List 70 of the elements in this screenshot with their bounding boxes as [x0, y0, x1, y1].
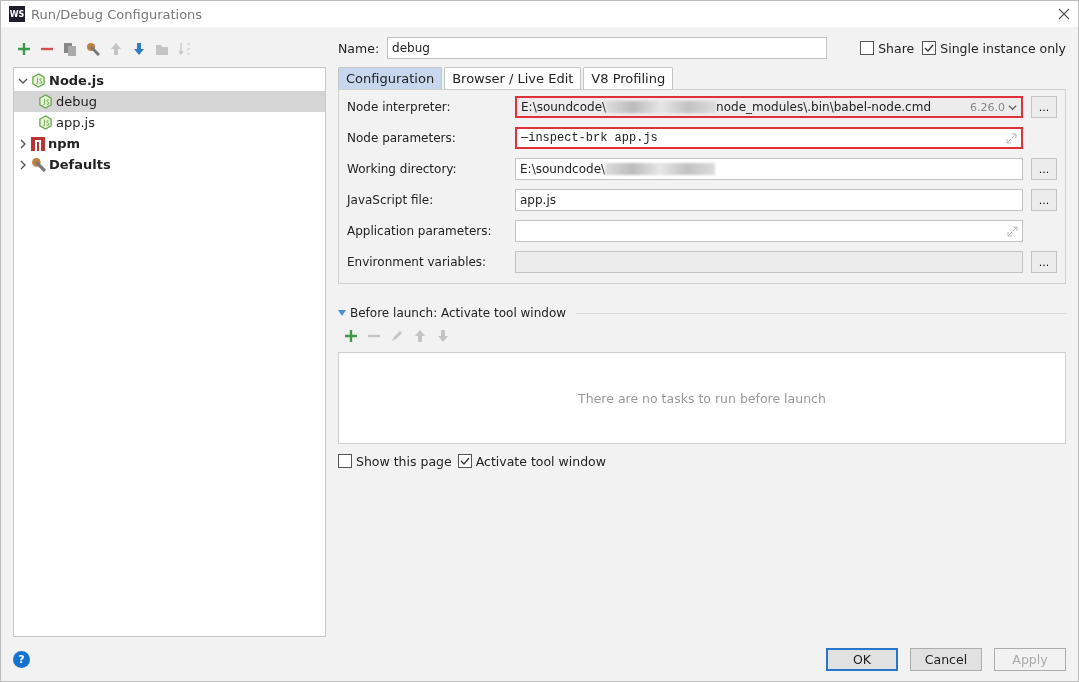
down-icon[interactable]: [132, 42, 146, 56]
app-logo: WS: [9, 6, 25, 22]
checkbox[interactable]: [338, 454, 352, 468]
name-label: Name:: [338, 40, 380, 56]
plus-icon[interactable]: [344, 329, 358, 343]
checkbox-label: Share: [878, 40, 915, 56]
plus-icon[interactable]: [17, 42, 31, 56]
empty-message: There are no tasks to run before launch: [578, 390, 826, 406]
wrench-icon[interactable]: [86, 42, 100, 56]
tree-item[interactable]: debug: [14, 91, 325, 112]
help-icon[interactable]: ?: [13, 650, 30, 668]
browse-button[interactable]: ...: [1031, 189, 1057, 211]
triangle-icon[interactable]: [338, 309, 346, 317]
name-field[interactable]: debug: [387, 37, 828, 59]
chevron-icon[interactable]: [18, 138, 28, 149]
path-text: E:\soundcode\: [521, 100, 607, 114]
field-label: Working directory:: [347, 162, 458, 176]
hexagon-icon: [38, 94, 53, 109]
checkbox[interactable]: [860, 41, 875, 55]
checkbox-label: Show this page: [356, 453, 452, 469]
field-label: Node interpreter:: [347, 100, 452, 114]
field-value: debug: [392, 41, 430, 55]
field-label: Application parameters:: [347, 224, 493, 238]
tree-label: Node.js: [49, 73, 105, 88]
tree-label: npm: [48, 136, 81, 151]
dialog-button[interactable]: OK: [826, 647, 898, 671]
input-field[interactable]: E:\soundcode\: [515, 158, 1023, 180]
expand-icon[interactable]: [1006, 132, 1017, 144]
field-label: JavaScript file:: [347, 193, 435, 207]
checkbox-label: Single instance only: [940, 40, 1066, 56]
browse-button[interactable]: ...: [1031, 251, 1057, 273]
browse-button[interactable]: ...: [1031, 158, 1057, 180]
checkbox[interactable]: [922, 41, 937, 55]
field-label: Environment variables:: [347, 255, 488, 269]
version-text: 6.26.0: [970, 100, 1005, 114]
expand-icon[interactable]: [1007, 225, 1018, 237]
hexagon-icon: [31, 73, 46, 88]
tree-label: Defaults: [49, 157, 111, 172]
tree-item[interactable]: Node.js: [14, 70, 325, 91]
tree-item[interactable]: Defaults: [14, 154, 325, 175]
checkbox-label: Activate tool window: [475, 453, 606, 469]
input-field[interactable]: —inspect-brk app.js: [515, 127, 1023, 149]
chevron-icon[interactable]: [18, 159, 28, 170]
tree-label: debug: [56, 94, 97, 109]
window-title: Run/Debug Configurations: [31, 6, 204, 22]
dialog-button[interactable]: Cancel: [910, 647, 982, 671]
tab[interactable]: Configuration: [338, 67, 443, 89]
tree-item[interactable]: npm: [14, 133, 325, 154]
close-icon[interactable]: [1058, 8, 1070, 20]
checkbox[interactable]: [457, 454, 472, 468]
interpreter-dropdown[interactable]: E:\soundcode\ node_modules\.bin\babel-node.cmd 6.26.0: [515, 96, 1023, 118]
hexagon-icon: [38, 115, 53, 130]
square-icon: [31, 136, 45, 151]
browse-button[interactable]: ...: [1031, 96, 1057, 118]
chevron-icon[interactable]: [1008, 102, 1017, 112]
field-label: Node parameters:: [347, 131, 457, 145]
input-field[interactable]: [515, 220, 1023, 242]
field-value: app.js: [520, 193, 556, 207]
tree-label: app.js: [56, 115, 95, 130]
path-text: node_modules\.bin\babel-node.cmd: [716, 100, 931, 114]
field-value: E:\soundcode\: [520, 162, 606, 176]
wrench-icon: [31, 157, 46, 172]
input-field[interactable]: app.js: [515, 189, 1023, 211]
copy-icon[interactable]: [63, 42, 77, 56]
section-title: Before launch: Activate tool window: [350, 306, 567, 320]
tab[interactable]: V8 Profiling: [583, 67, 674, 89]
input-field[interactable]: [515, 251, 1023, 273]
tab[interactable]: Browser / Live Edit: [444, 67, 582, 89]
tree-item[interactable]: app.js: [14, 112, 325, 133]
field-value: —inspect-brk app.js: [521, 131, 658, 145]
